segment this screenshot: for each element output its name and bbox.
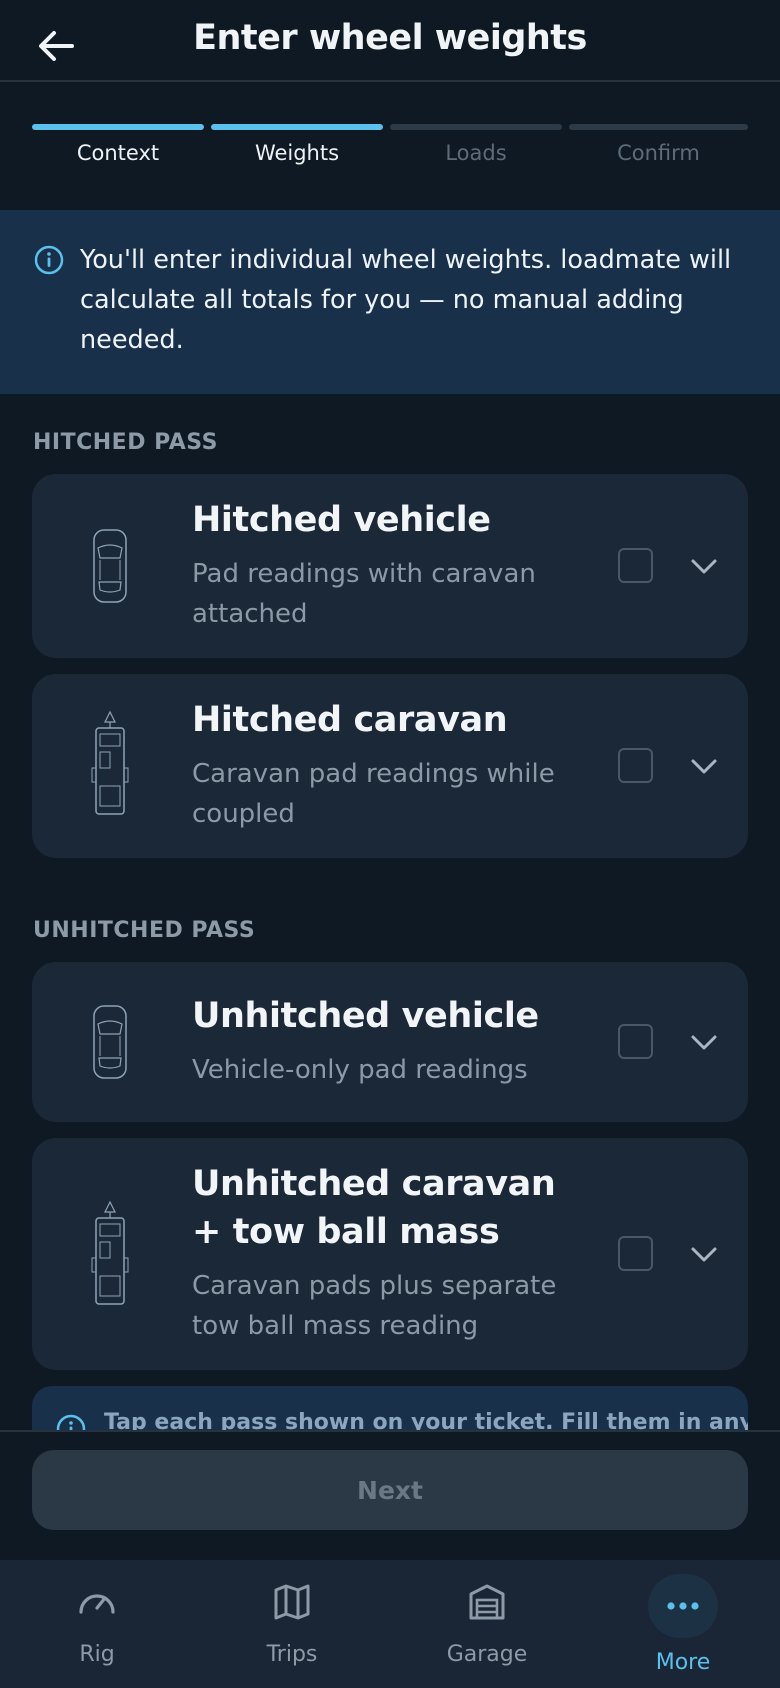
info-text: You'll enter individual wheel weights. l…: [80, 245, 732, 355]
bottom-tab-bar: Rig Trips Garage More: [0, 1560, 780, 1688]
section-label-unhitched: UNHITCHED PASS: [33, 918, 256, 943]
step-label: Context: [76, 141, 160, 165]
step-weights: Weights: [211, 124, 383, 174]
next-button[interactable]: Next: [32, 1450, 748, 1530]
card-subtitle: Vehicle-only pad readings: [192, 1055, 528, 1085]
card-title: Hitched caravan: [192, 700, 508, 740]
caravan-topview-icon: [90, 710, 130, 820]
step-context: Context: [32, 124, 204, 174]
tab-rig[interactable]: Rig: [22, 1560, 172, 1688]
card-unhitched-caravan[interactable]: Unhitched caravan + tow ball mass Carava…: [32, 1138, 748, 1370]
card-checkbox[interactable]: [618, 548, 653, 583]
tab-label: More: [655, 1650, 711, 1675]
step-bar: [211, 124, 383, 130]
more-dots-icon: [661, 1584, 705, 1628]
step-bar: [390, 124, 562, 130]
app-header: Enter wheel weights: [0, 0, 780, 82]
page-title: Enter wheel weights: [193, 18, 587, 58]
garage-icon: [465, 1580, 509, 1624]
card-title: Hitched vehicle: [192, 500, 491, 540]
map-icon: [270, 1580, 314, 1624]
car-topview-icon: [90, 528, 130, 608]
card-title: Unhitched vehicle: [192, 996, 539, 1036]
progress-stepper: Context Weights Loads Confirm: [32, 124, 748, 174]
tab-trips[interactable]: Trips: [217, 1560, 367, 1688]
card-checkbox[interactable]: [618, 1024, 653, 1059]
card-title: Unhitched caravan + tow ball mass: [192, 1164, 556, 1252]
tab-label: Garage: [446, 1642, 528, 1667]
car-topview-icon: [90, 1004, 130, 1084]
card-checkbox[interactable]: [618, 748, 653, 783]
step-bar: [569, 124, 748, 130]
chevron-down-icon[interactable]: [688, 1026, 720, 1058]
section-label-hitched: HITCHED PASS: [33, 430, 218, 455]
tab-label: Rig: [79, 1642, 115, 1667]
card-subtitle: Pad readings with caravan attached: [192, 559, 536, 629]
footer-bar: Next: [0, 1430, 780, 1560]
step-confirm: Confirm: [569, 124, 748, 174]
step-label: Weights: [254, 141, 340, 165]
gauge-icon: [75, 1580, 119, 1624]
info-icon: [34, 245, 64, 275]
chevron-down-icon[interactable]: [688, 1238, 720, 1270]
chevron-down-icon[interactable]: [688, 550, 720, 582]
card-subtitle: Caravan pads plus separate tow ball mass…: [192, 1271, 557, 1341]
card-subtitle: Caravan pad readings while coupled: [192, 759, 555, 829]
card-hitched-vehicle[interactable]: Hitched vehicle Pad readings with carava…: [32, 474, 748, 658]
card-unhitched-vehicle[interactable]: Unhitched vehicle Vehicle-only pad readi…: [32, 962, 748, 1122]
card-hitched-caravan[interactable]: Hitched caravan Caravan pad readings whi…: [32, 674, 748, 858]
tab-more[interactable]: More: [608, 1560, 758, 1688]
chevron-down-icon[interactable]: [688, 750, 720, 782]
step-label: Confirm: [617, 141, 700, 165]
tab-label: Trips: [266, 1642, 318, 1667]
card-checkbox[interactable]: [618, 1236, 653, 1271]
tab-garage[interactable]: Garage: [412, 1560, 562, 1688]
info-banner: You'll enter individual wheel weights. l…: [0, 210, 780, 394]
caravan-topview-icon: [90, 1200, 130, 1310]
step-label: Loads: [445, 141, 507, 165]
step-bar: [32, 124, 204, 130]
step-loads: Loads: [390, 124, 562, 174]
